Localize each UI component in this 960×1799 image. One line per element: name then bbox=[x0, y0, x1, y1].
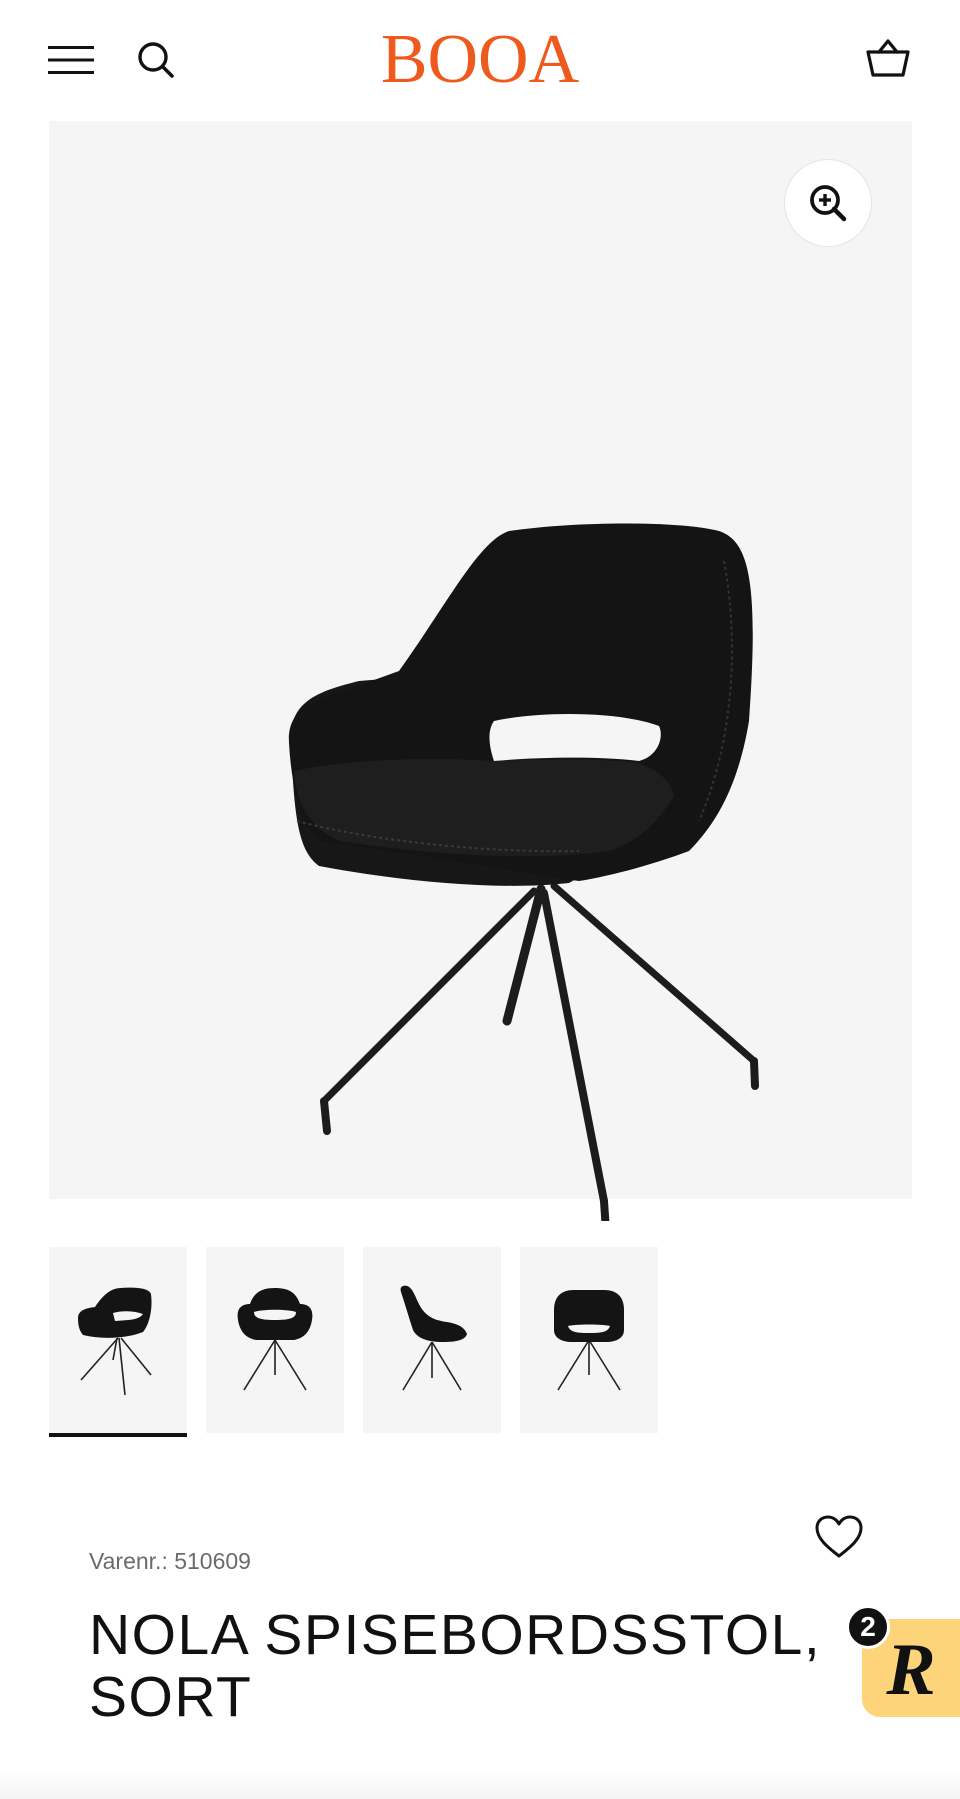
chair-back-thumbnail bbox=[554, 1290, 624, 1391]
cart-button[interactable] bbox=[864, 34, 912, 82]
basket-icon bbox=[866, 39, 910, 77]
brand-logo[interactable]: BOOA bbox=[330, 20, 630, 100]
thumbnail-2[interactable] bbox=[206, 1247, 344, 1433]
heart-icon bbox=[815, 1515, 863, 1558]
wishlist-button[interactable] bbox=[814, 1513, 864, 1561]
menu-icon bbox=[48, 46, 94, 74]
chair-side-thumbnail bbox=[400, 1285, 467, 1391]
thumbnail-4[interactable] bbox=[520, 1247, 658, 1433]
product-sku: Varenr.: 510609 bbox=[89, 1548, 251, 1574]
chair-front-thumbnail bbox=[237, 1288, 313, 1391]
product-title: NOLA SPISEBORDSSTOL, SORT bbox=[89, 1603, 822, 1729]
thumbnail-1[interactable] bbox=[49, 1247, 187, 1437]
product-main-image bbox=[288, 523, 759, 1221]
menu-button[interactable] bbox=[48, 38, 94, 82]
product-image-gallery[interactable] bbox=[49, 121, 912, 1221]
search-button[interactable] bbox=[136, 38, 176, 82]
chair-angle-thumbnail bbox=[78, 1287, 152, 1396]
zoom-button[interactable] bbox=[784, 159, 872, 247]
search-icon bbox=[138, 42, 174, 78]
zoom-in-icon bbox=[810, 185, 847, 222]
next-section-edge bbox=[0, 1770, 960, 1799]
site-header: BOOA bbox=[0, 0, 960, 118]
reviews-count-badge: 2 bbox=[846, 1605, 890, 1649]
thumbnail-3[interactable] bbox=[363, 1247, 501, 1433]
logo-text: BOOA bbox=[380, 21, 580, 98]
reviews-logo-letter: R bbox=[886, 1629, 936, 1711]
